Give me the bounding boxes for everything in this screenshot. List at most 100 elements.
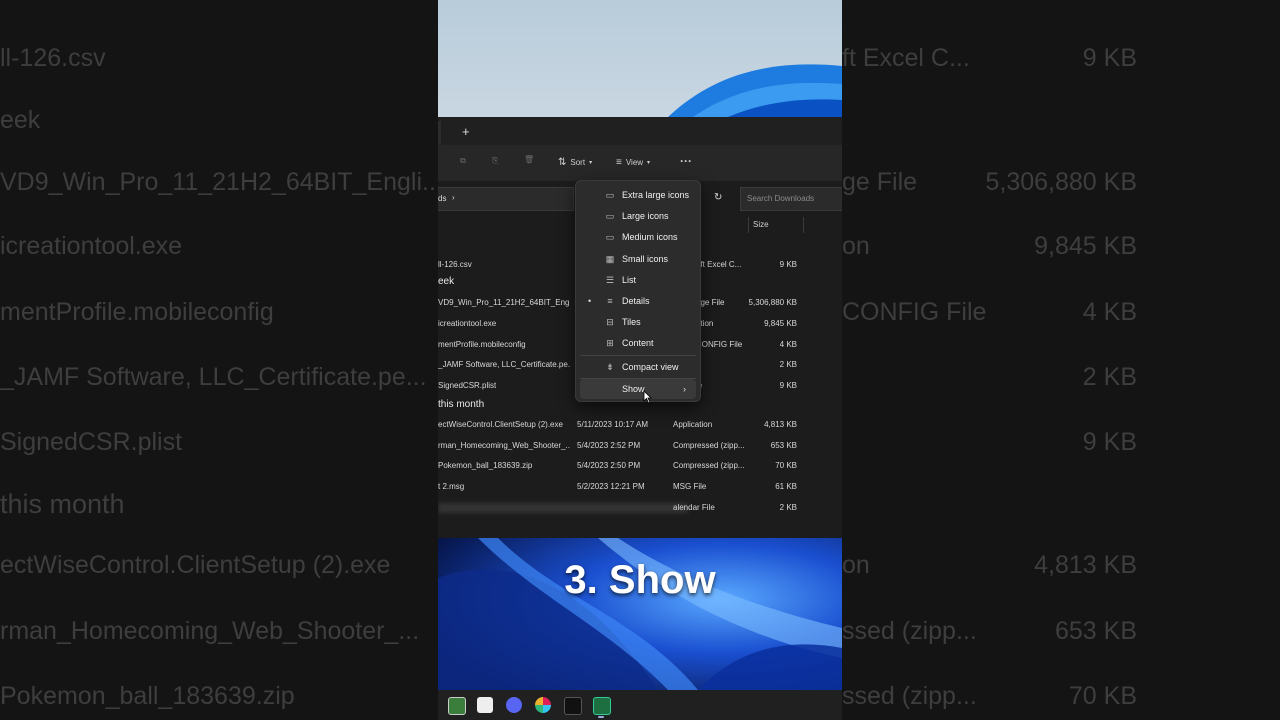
address-bar[interactable]: ds ›: [438, 187, 574, 211]
file-name: mentProfile.mobileconfig: [438, 340, 526, 349]
notion-app-icon[interactable]: [477, 697, 493, 713]
share-icon[interactable]: ⧉: [460, 156, 466, 166]
file-size: 70 KB: [775, 461, 797, 470]
menu-item-details[interactable]: • ≡ Details: [580, 291, 696, 311]
terminal-app-icon[interactable]: [564, 697, 582, 715]
menu-item-large-icons[interactable]: ▭ Large icons: [580, 206, 696, 226]
table-row[interactable]: t 2.msg 5/2/2023 12:21 PM MSG File 61 KB: [438, 478, 842, 496]
file-type: Compressed (zipp...: [673, 461, 745, 470]
search-placeholder: Search Downloads: [747, 194, 815, 203]
view-button[interactable]: ≡ View ▾: [616, 157, 650, 168]
slack-app-icon[interactable]: [535, 697, 551, 713]
menu-item-compact-view[interactable]: ⇟ Compact view: [580, 357, 696, 377]
bg-file-name: VD9_Win_Pro_11_21H2_64BIT_Engli...: [0, 168, 438, 196]
monitor-icon: ▭: [605, 231, 615, 242]
file-name: _JAMF Software, LLC_Certificate.pe...: [438, 360, 570, 369]
bg-file-type: on: [842, 551, 870, 579]
file-size: 9,845 KB: [764, 319, 797, 328]
bg-file-name: Pokemon_ball_183639.zip: [0, 682, 295, 710]
bg-file-type: CONFIG File: [842, 298, 987, 326]
content-icon: ⊞: [606, 337, 614, 348]
file-date: 5/4/2023 2:52 PM: [577, 441, 641, 450]
menu-item-label: Large icons: [622, 211, 669, 221]
table-row[interactable]: Pokemon_ball_183639.zip 5/4/2023 2:50 PM…: [438, 457, 842, 475]
discord-app-icon[interactable]: [506, 697, 522, 713]
caption-text: 3. Show: [564, 558, 716, 602]
delete-icon[interactable]: 🗑: [524, 155, 534, 164]
chevron-right-icon: ›: [683, 384, 686, 394]
wallpaper-bottom: 3. Show: [438, 538, 842, 690]
mouse-cursor-icon: [643, 390, 652, 404]
sort-label: Sort: [570, 158, 586, 167]
bg-file-type: ssed (zipp...: [842, 617, 977, 645]
file-name: Pokemon_ball_183639.zip: [438, 461, 533, 470]
bg-file-name: rman_Homecoming_Web_Shooter_...: [0, 617, 420, 645]
new-tab-button[interactable]: +: [462, 124, 470, 139]
tab-bar: +: [438, 117, 842, 145]
file-name: rman_Homecoming_Web_Shooter_...: [438, 441, 570, 450]
bg-file-size: 5,306,880 KB: [985, 168, 1137, 196]
file-name: ectWiseControl.ClientSetup (2).exe: [438, 420, 563, 429]
menu-item-content[interactable]: ⊞ Content: [580, 333, 696, 353]
file-size: 653 KB: [770, 441, 797, 450]
blurred-row-content: [438, 503, 688, 513]
sort-button[interactable]: ⇅ Sort ▾: [558, 157, 592, 168]
bg-file-name: mentProfile.mobileconfig: [0, 298, 274, 326]
bg-file-size: 2 KB: [1082, 363, 1137, 391]
bg-file-size: 9,845 KB: [1034, 232, 1137, 260]
monitor-icon: ▭: [605, 210, 615, 221]
file-explorer-window: + ⧉ ⎘ 🗑 ⇅ Sort ▾ ≡ View ▾ ··· ds › ↻ Sea…: [438, 117, 842, 538]
bg-file-size: 653 KB: [1054, 617, 1137, 645]
wallpaper-top: [438, 0, 842, 117]
view-label: View: [625, 158, 644, 167]
more-options-button[interactable]: ···: [680, 154, 692, 168]
screen-recording: + ⧉ ⎘ 🗑 ⇅ Sort ▾ ≡ View ▾ ··· ds › ↻ Sea…: [438, 0, 842, 720]
file-date: 5/2/2023 12:21 PM: [577, 482, 645, 491]
bg-file-size: 4 KB: [1082, 298, 1137, 326]
file-size: 9 KB: [779, 381, 797, 390]
bg-file-size: 9 KB: [1082, 44, 1137, 72]
compact-icon: ⇟: [606, 361, 614, 372]
search-input[interactable]: Search Downloads: [740, 187, 842, 211]
menu-item-medium-icons[interactable]: ▭ Medium icons: [580, 227, 696, 247]
menu-item-label: Details: [622, 296, 650, 306]
tiles-icon: ⊟: [606, 316, 614, 327]
file-size: 9 KB: [779, 260, 797, 269]
bg-file-type: ssed (zipp...: [842, 682, 977, 710]
bg-group-label: this month: [0, 489, 125, 519]
table-row[interactable]: ectWiseControl.ClientSetup (2).exe 5/11/…: [438, 416, 842, 434]
bg-file-name: _JAMF Software, LLC_Certificate.pe...: [0, 363, 427, 391]
table-row[interactable]: rman_Homecoming_Web_Shooter_... 5/4/2023…: [438, 437, 842, 455]
chevron-down-icon: ▾: [589, 160, 593, 166]
file-type: alendar File: [673, 503, 715, 512]
menu-item-small-icons[interactable]: ▦ Small icons: [580, 249, 696, 269]
photos-app-icon[interactable]: [448, 697, 466, 715]
menu-item-show[interactable]: Show ›: [580, 379, 696, 399]
bg-file-name: SignedCSR.plist: [0, 428, 183, 456]
background-right-blur: ft Excel C... 9 KB ge File 5,306,880 KB …: [842, 0, 1280, 720]
active-app-indicator: [598, 716, 604, 718]
column-header-size[interactable]: Size: [748, 217, 804, 233]
file-size: 4,813 KB: [764, 420, 797, 429]
menu-item-label: Compact view: [622, 362, 679, 372]
group-label: eek: [438, 276, 455, 287]
rename-icon[interactable]: ⎘: [492, 156, 498, 166]
chevron-down-icon: ▾: [647, 160, 651, 166]
file-type: MSG File: [673, 482, 707, 491]
menu-item-label: Tiles: [622, 317, 641, 327]
file-type: le: [696, 381, 742, 390]
menu-item-label: List: [622, 275, 637, 285]
menu-item-list[interactable]: ☰ List: [580, 270, 696, 290]
bg-file-type: ft Excel C...: [842, 44, 970, 72]
menu-item-extra-large-icons[interactable]: ▭ Extra large icons: [580, 185, 696, 205]
grid-icon: ▦: [605, 253, 615, 264]
file-type: oft Excel C...: [696, 260, 742, 269]
refresh-icon[interactable]: ↻: [714, 192, 722, 203]
excel-app-icon[interactable]: [593, 697, 611, 715]
menu-item-label: Show: [622, 384, 645, 394]
table-row[interactable]: alendar File 2 KB: [438, 499, 842, 517]
menu-item-label: Medium icons: [622, 232, 678, 242]
details-icon: ≡: [607, 296, 613, 306]
file-name: t 2.msg: [438, 482, 465, 491]
menu-item-tiles[interactable]: ⊟ Tiles: [580, 312, 696, 332]
